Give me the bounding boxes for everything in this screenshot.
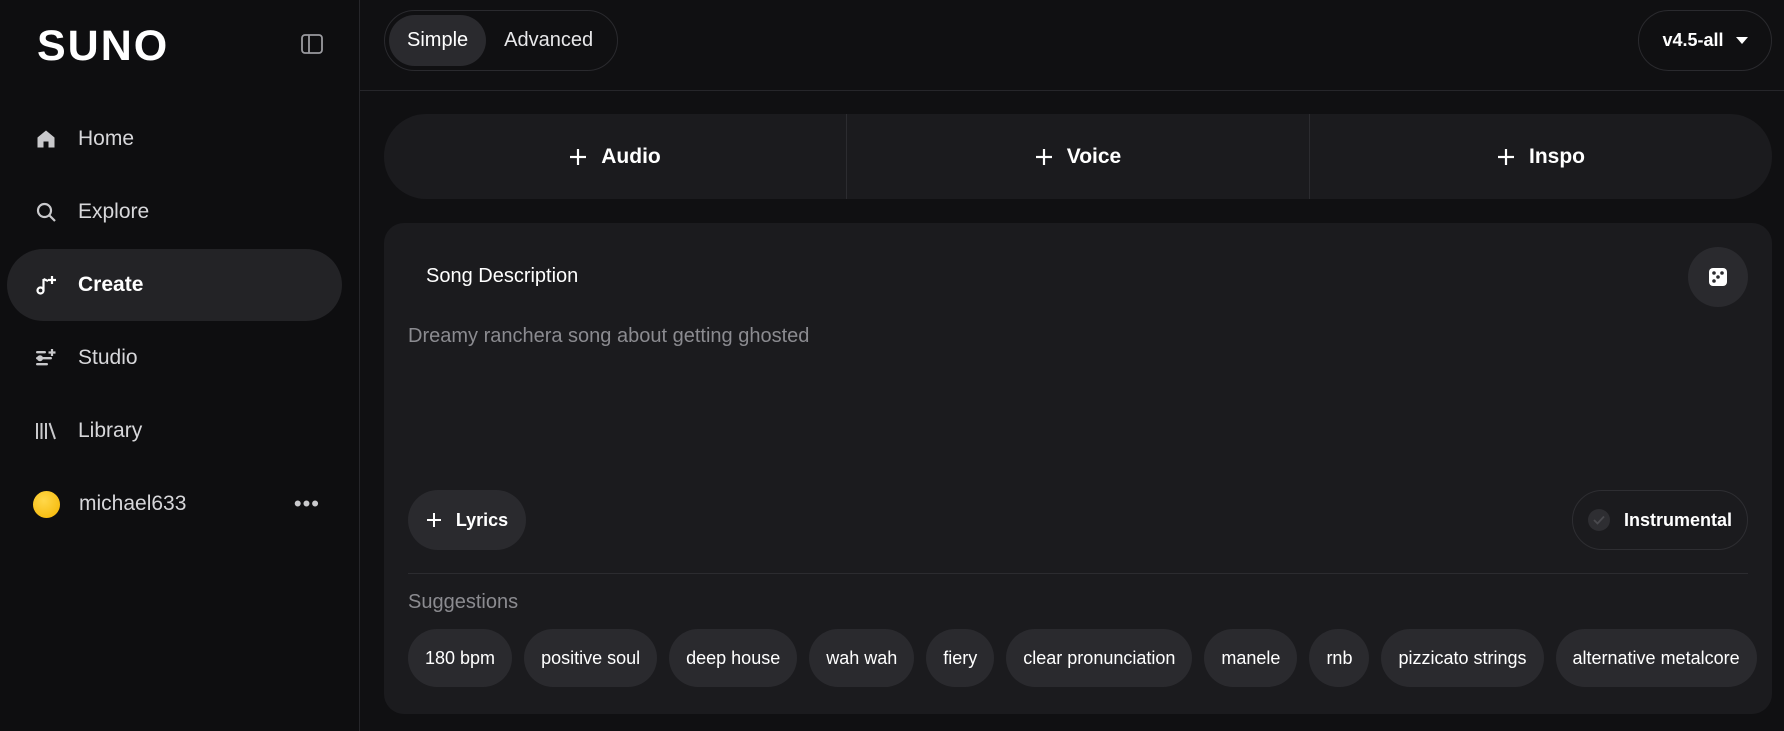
divider bbox=[408, 573, 1748, 574]
suggestion-chip[interactable]: alternative metalcore bbox=[1555, 629, 1757, 687]
sidebar-item-create[interactable]: Create bbox=[7, 249, 342, 321]
add-audio-label: Audio bbox=[601, 144, 661, 168]
user-name: michael633 bbox=[79, 492, 187, 515]
suno-logo[interactable]: SUNO bbox=[37, 22, 169, 71]
suggestion-chip[interactable]: positive soul bbox=[524, 629, 658, 687]
add-audio-button[interactable]: Audio bbox=[384, 114, 846, 199]
suggestion-chip[interactable]: manele bbox=[1204, 629, 1298, 687]
song-description-panel: Song Description Lyrics Instrume bbox=[384, 223, 1772, 714]
sidebar-item-label: Create bbox=[78, 273, 144, 296]
more-options-icon[interactable]: ••• bbox=[294, 493, 320, 515]
music-note-plus-icon bbox=[32, 271, 60, 299]
suggestion-chip[interactable]: wah wah bbox=[809, 629, 915, 687]
instrumental-toggle[interactable]: Instrumental bbox=[1572, 490, 1748, 550]
add-lyrics-label: Lyrics bbox=[455, 509, 509, 530]
sidebar-toggle-button[interactable] bbox=[299, 32, 325, 56]
suggestion-chip[interactable]: rnb bbox=[1309, 629, 1370, 687]
plus-icon bbox=[569, 148, 587, 166]
suggestion-chip[interactable]: deep house bbox=[669, 629, 798, 687]
add-source-row: Audio Voice Inspo bbox=[384, 114, 1772, 199]
add-voice-button[interactable]: Voice bbox=[846, 114, 1309, 199]
sidebar-item-studio[interactable]: Studio bbox=[7, 322, 342, 394]
library-icon bbox=[32, 417, 60, 445]
plus-icon bbox=[426, 512, 442, 528]
plus-icon bbox=[1035, 148, 1053, 166]
mode-simple-button[interactable]: Simple bbox=[389, 15, 487, 66]
suggestion-chip[interactable]: clear pronunciation bbox=[1006, 629, 1193, 687]
studio-sliders-icon bbox=[32, 344, 60, 372]
sidebar-item-label: Explore bbox=[78, 200, 150, 223]
add-inspo-button[interactable]: Inspo bbox=[1309, 114, 1772, 199]
panel-title: Song Description bbox=[426, 265, 579, 287]
song-description-input[interactable] bbox=[408, 325, 1748, 465]
sidebar-item-user[interactable]: michael633 ••• bbox=[7, 468, 342, 540]
top-bar: Simple Advanced v4.5-all bbox=[360, 0, 1784, 91]
mode-toggle: Simple Advanced bbox=[384, 10, 618, 71]
add-voice-label: Voice bbox=[1066, 144, 1122, 168]
sidebar: SUNO Home Explore Create Studio Library … bbox=[0, 0, 360, 731]
sidebar-collapse-icon bbox=[301, 34, 323, 54]
sidebar-item-label: Home bbox=[78, 127, 135, 150]
caret-down-icon bbox=[1735, 37, 1748, 44]
sidebar-item-label: Library bbox=[78, 419, 143, 442]
plus-icon bbox=[1497, 148, 1515, 166]
instrumental-label: Instrumental bbox=[1623, 509, 1733, 530]
model-version-label: v4.5-all bbox=[1662, 30, 1724, 50]
app: SUNO Home Explore Create Studio Library … bbox=[0, 0, 1784, 731]
suggestion-chip[interactable]: 180 bpm bbox=[408, 629, 513, 687]
avatar bbox=[33, 490, 60, 518]
check-circle-icon bbox=[1587, 509, 1610, 531]
add-lyrics-button[interactable]: Lyrics bbox=[408, 490, 526, 550]
suggestion-chip[interactable]: fiery bbox=[926, 629, 995, 687]
sidebar-nav: Home Explore Create Studio Library micha… bbox=[7, 103, 342, 541]
add-inspo-label: Inspo bbox=[1529, 144, 1585, 168]
sidebar-item-explore[interactable]: Explore bbox=[7, 176, 342, 248]
sidebar-item-home[interactable]: Home bbox=[7, 103, 342, 175]
suggestions-label: Suggestions bbox=[408, 591, 519, 613]
suggestion-chips: 180 bpm positive soul deep house wah wah… bbox=[408, 629, 1757, 687]
sidebar-item-library[interactable]: Library bbox=[7, 395, 342, 467]
sidebar-item-label: Studio bbox=[78, 346, 138, 369]
suggestion-chip[interactable]: pizzicato strings bbox=[1381, 629, 1544, 687]
model-version-dropdown[interactable]: v4.5-all bbox=[1638, 10, 1772, 71]
home-icon bbox=[32, 125, 60, 153]
search-icon bbox=[32, 198, 60, 226]
mode-advanced-button[interactable]: Advanced bbox=[486, 15, 611, 66]
dice-icon bbox=[1709, 268, 1727, 286]
main-content: Simple Advanced v4.5-all Audio Voice Ins… bbox=[360, 0, 1784, 731]
random-prompt-button[interactable] bbox=[1688, 247, 1748, 307]
